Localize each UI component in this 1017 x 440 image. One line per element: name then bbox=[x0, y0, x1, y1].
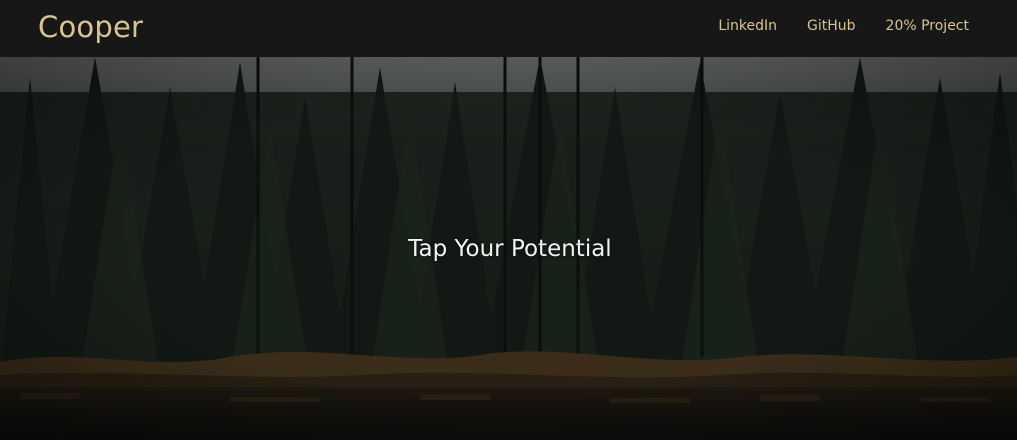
top-navbar: Cooper LinkedIn GitHub 20% Project bbox=[0, 0, 1017, 57]
nav-link-linkedin[interactable]: LinkedIn bbox=[718, 17, 777, 35]
nav-link-github[interactable]: GitHub bbox=[807, 17, 856, 35]
nav-link-20-percent-project[interactable]: 20% Project bbox=[886, 17, 969, 35]
nav-links: LinkedIn GitHub 20% Project bbox=[718, 17, 969, 35]
hero-title: Tap Your Potential bbox=[408, 236, 612, 262]
brand-link[interactable]: Cooper bbox=[38, 10, 143, 44]
hero-section: Tap Your Potential bbox=[0, 57, 1017, 440]
